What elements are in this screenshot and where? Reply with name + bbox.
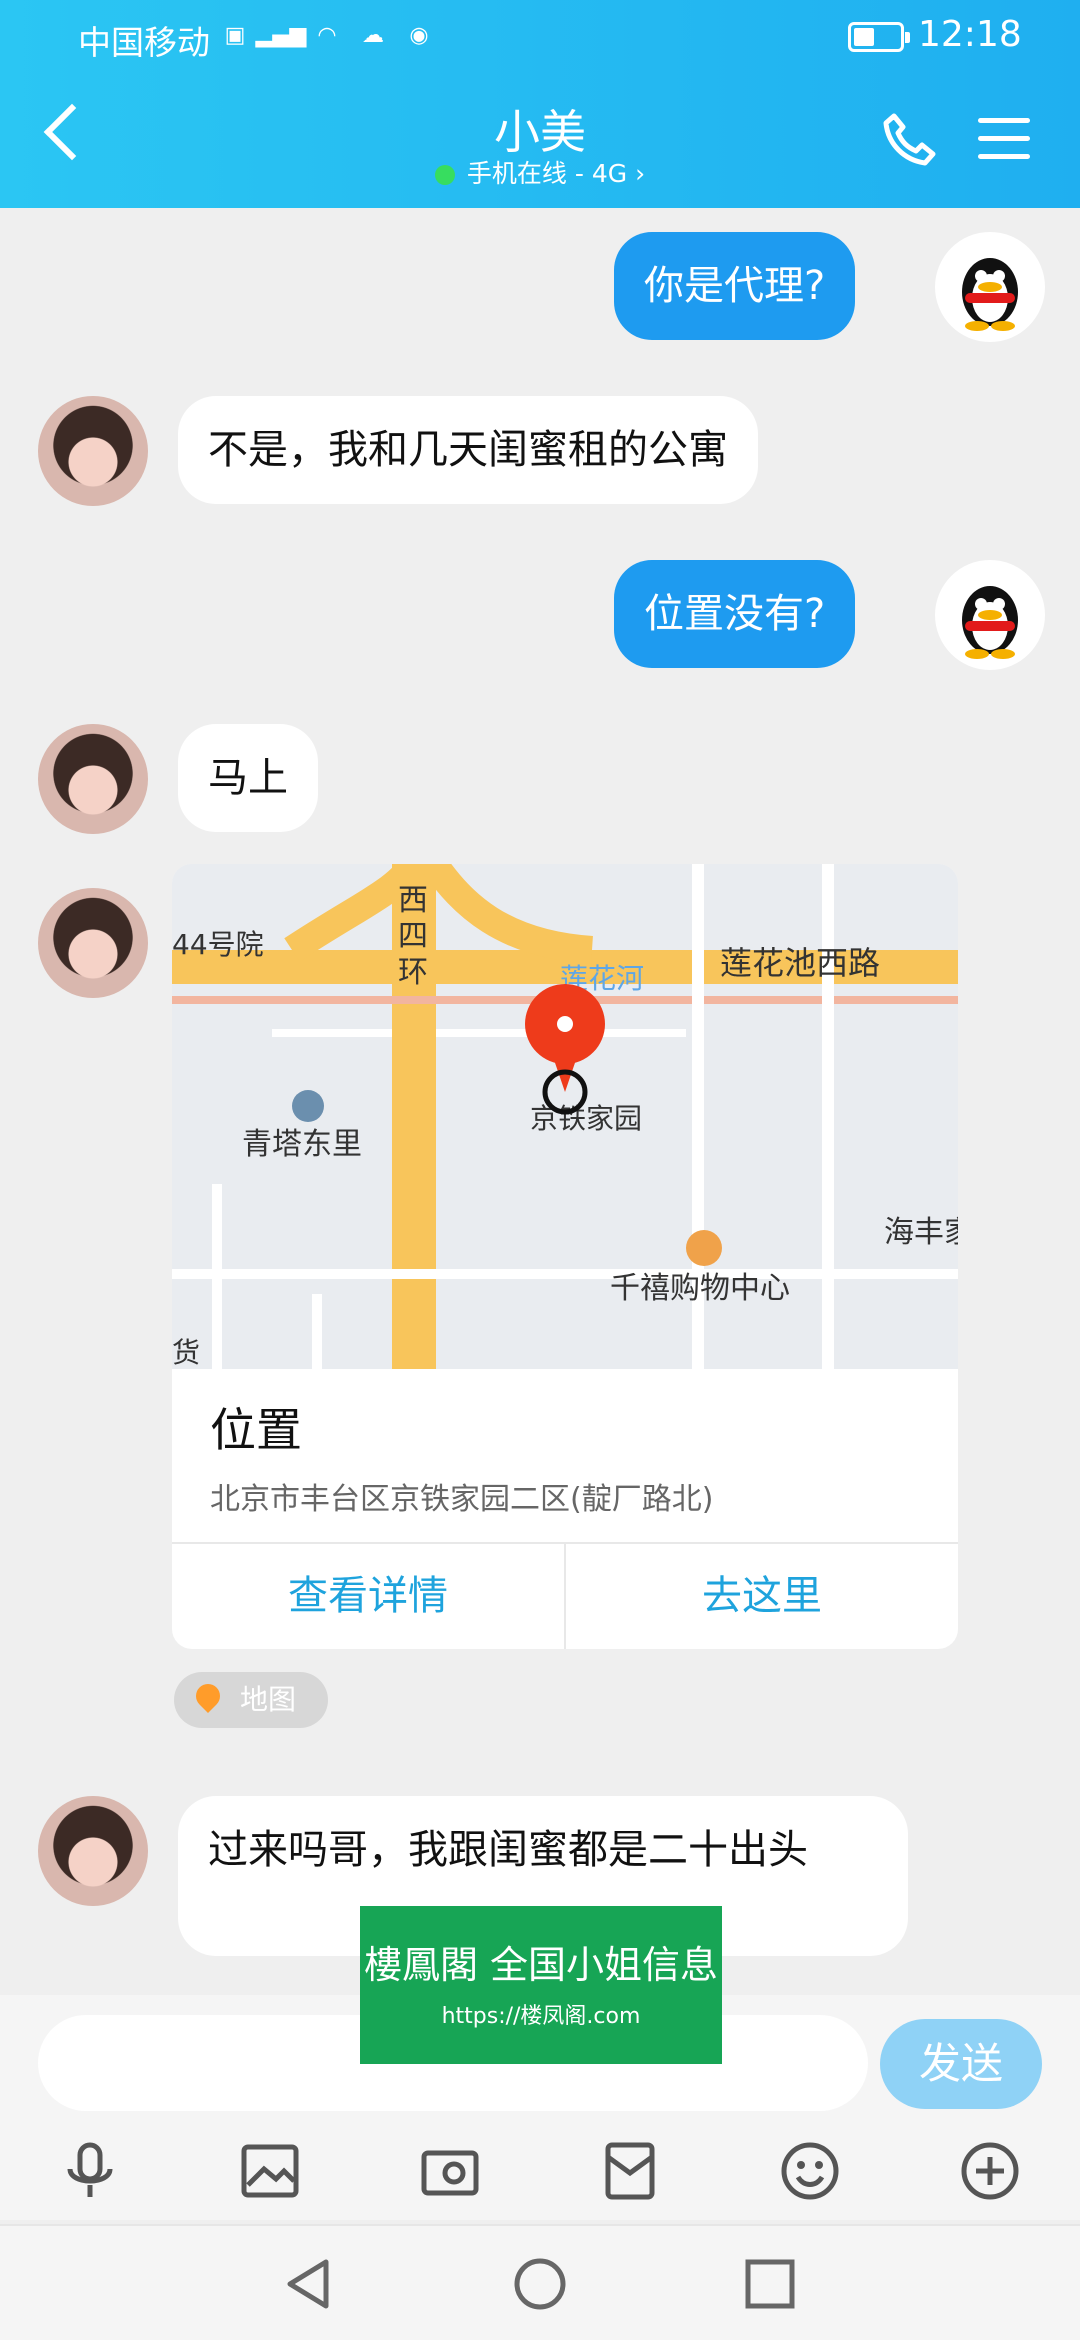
message-bubble-sent[interactable]: 位置没有? xyxy=(614,560,856,668)
map-source-label: 地图 xyxy=(240,1683,297,1716)
map-label-place2: 京铁家园 xyxy=(530,1102,642,1135)
location-card[interactable]: 西 四 环 44号院 莲花池西路 莲花河 京铁家园 青塔东里 海丰家 千禧购物中… xyxy=(172,864,958,1649)
emoji-icon[interactable] xyxy=(778,2139,842,2203)
contact-avatar[interactable] xyxy=(38,724,148,834)
qq-penguin-icon xyxy=(962,586,1018,659)
map-label-place1: 44号院 xyxy=(172,928,264,961)
message-bubble-received[interactable]: 不是，我和几天闺蜜租的公寓 xyxy=(178,396,758,504)
watermark-line2: https://楼凤阁.com xyxy=(441,2004,641,2029)
svg-text:环: 环 xyxy=(398,955,428,990)
watermark: 樓鳳閣 全国小姐信息 https://楼凤阁.com xyxy=(360,1906,722,2064)
battery-icon xyxy=(848,22,910,52)
my-avatar[interactable] xyxy=(935,560,1045,670)
carrier-label: 中国移动 xyxy=(78,23,210,62)
map-label-place3: 青塔东里 xyxy=(242,1127,362,1162)
map-preview[interactable]: 西 四 环 44号院 莲花池西路 莲花河 京铁家园 青塔东里 海丰家 千禧购物中… xyxy=(172,864,958,1369)
plus-icon[interactable] xyxy=(958,2139,1022,2203)
camera-icon[interactable] xyxy=(418,2139,482,2203)
nav-back-icon[interactable] xyxy=(280,2256,336,2312)
signal-icon: ▂▄▆ xyxy=(255,22,307,48)
red-packet-icon[interactable] xyxy=(598,2139,662,2203)
image-icon[interactable] xyxy=(238,2139,302,2203)
message-bubble-sent[interactable]: 你是代理? xyxy=(614,232,856,340)
voice-icon[interactable] xyxy=(58,2139,122,2203)
view-details-button[interactable]: 查看详情 xyxy=(172,1544,564,1649)
map-source-tag[interactable]: 地图 xyxy=(174,1672,328,1728)
send-button[interactable]: 发送 xyxy=(880,2019,1042,2109)
chat-header: 中国移动 ▣ ▂▄▆ ◠ ☁ ◉ 12:18 小美 手机在线 - 4G › xyxy=(0,0,1080,208)
map-label-place6: 货 xyxy=(172,1336,200,1369)
contact-avatar[interactable] xyxy=(38,396,148,506)
status-bar: 中国移动 ▣ ▂▄▆ ◠ ☁ ◉ 12:18 xyxy=(0,0,1080,72)
bulb-icon: ◉ xyxy=(409,22,429,48)
nav-recents-icon[interactable] xyxy=(742,2256,798,2312)
phone-icon[interactable] xyxy=(880,110,938,168)
online-dot-icon xyxy=(434,165,455,185)
location-address: 北京市丰台区京铁家园二区(靛厂路北) xyxy=(210,1482,714,1517)
qq-penguin-icon xyxy=(962,258,1018,331)
clock: 12:18 xyxy=(918,14,1022,55)
svg-text:四: 四 xyxy=(398,919,428,954)
map-label-road2: 莲花池西路 xyxy=(720,944,880,982)
map-label-place4: 海丰家 xyxy=(884,1215,958,1250)
map-pin-icon xyxy=(191,1679,225,1713)
map-label-place5: 千禧购物中心 xyxy=(610,1271,790,1306)
cloud-icon: ☁ xyxy=(362,22,384,48)
message-bubble-received[interactable]: 马上 xyxy=(178,724,318,832)
status-icons: ▣ ▂▄▆ ◠ ☁ ◉ xyxy=(218,18,436,52)
my-avatar[interactable] xyxy=(935,232,1045,342)
contact-avatar[interactable] xyxy=(38,1796,148,1906)
contact-avatar[interactable] xyxy=(38,888,148,998)
nav-home-icon[interactable] xyxy=(512,2256,568,2312)
map-label-road1: 西 xyxy=(398,883,428,918)
hd-icon: ▣ xyxy=(224,22,246,48)
watermark-line1: 樓鳳閣 全国小姐信息 xyxy=(363,1943,719,1987)
location-title: 位置 xyxy=(210,1403,302,1457)
system-nav-bar xyxy=(0,2224,1080,2340)
menu-icon[interactable] xyxy=(978,118,1030,160)
online-status-text: 手机在线 - 4G xyxy=(466,159,628,188)
wifi-icon: ◠ xyxy=(317,22,337,48)
navigate-button[interactable]: 去这里 xyxy=(566,1544,958,1649)
